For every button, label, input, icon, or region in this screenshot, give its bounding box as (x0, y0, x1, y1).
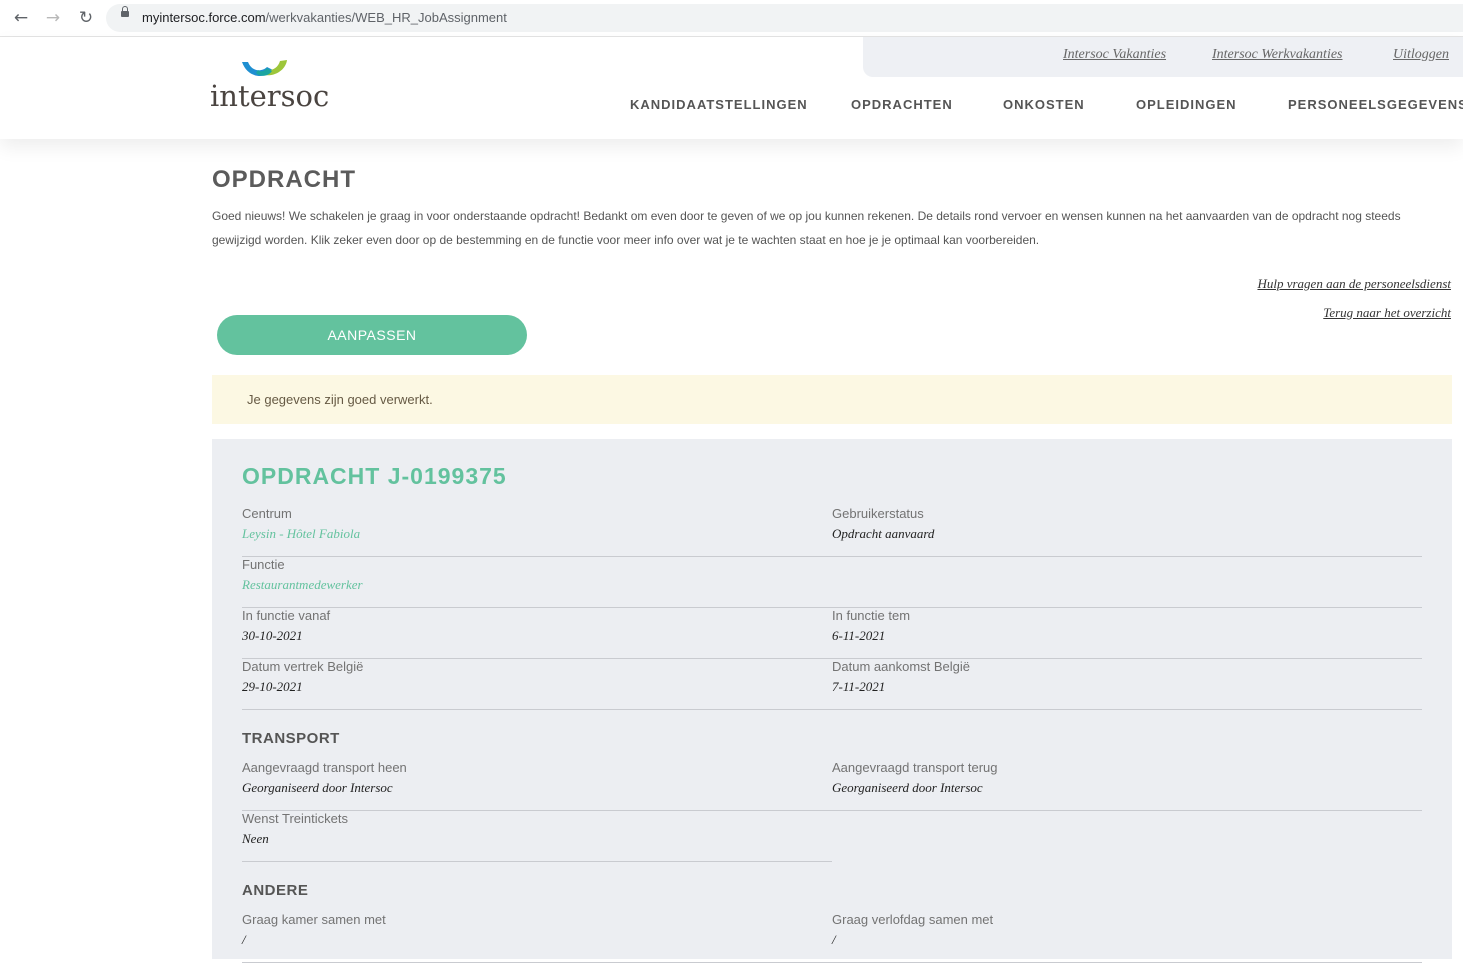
nav-personeelsgegevens[interactable]: PERSONEELSGEGEVENS (1288, 97, 1463, 112)
field-label: Wenst Treintickets (242, 811, 348, 826)
url-text[interactable]: myintersoc.force.com/werkvakanties/WEB_H… (142, 10, 507, 25)
field-value: 29-10-2021 (242, 679, 303, 694)
field-label: In functie vanaf (242, 608, 331, 623)
forward-arrow-icon[interactable]: → (42, 7, 64, 29)
field-kamer-samen-met: Graag kamer samen met / (242, 912, 832, 963)
field-label: Datum aankomst België (832, 659, 971, 674)
url-path: /werkvakanties/WEB_HR_JobAssignment (265, 10, 507, 25)
top-links-bar: Intersoc Vakanties Intersoc Werkvakantie… (863, 37, 1463, 77)
field-in-functie-tem: In functie tem 6-11-2021 (832, 608, 1422, 659)
nav-onkosten[interactable]: ONKOSTEN (1003, 97, 1085, 112)
field-datum-aankomst: Datum aankomst België 7-11-2021 (832, 659, 1422, 710)
top-link-intersoc-werkvakanties[interactable]: Intersoc Werkvakanties (1212, 47, 1343, 63)
browser-toolbar: ← → ↻ myintersoc.force.com/werkvakanties… (0, 0, 1463, 37)
field-label: Functie (242, 557, 285, 572)
site-header: Intersoc Vakanties Intersoc Werkvakantie… (0, 37, 1463, 139)
field-label: Aangevraagd transport heen (242, 760, 407, 775)
logo-mark-icon (242, 60, 287, 76)
field-label: Aangevraagd transport terug (832, 760, 998, 775)
section-title-transport: TRANSPORT (242, 730, 340, 747)
field-value: Georganiseerd door Intersoc (832, 780, 983, 795)
back-to-overview-link[interactable]: Terug naar het overzicht (1323, 305, 1451, 321)
assignment-title: OPDRACHT J-0199375 (242, 463, 507, 489)
field-label: Datum vertrek België (242, 659, 364, 674)
field-functie: Functie Restaurantmedewerker (242, 557, 1422, 608)
functie-link[interactable]: Restaurantmedewerker (242, 577, 363, 593)
url-host: myintersoc.force.com (142, 10, 266, 25)
logo-text: intersoc (210, 79, 330, 113)
section-title-andere: ANDERE (242, 882, 309, 899)
success-message: Je gegevens zijn goed verwerkt. (247, 392, 433, 407)
field-transport-heen: Aangevraagd transport heen Georganiseerd… (242, 760, 832, 811)
field-value: / (242, 932, 246, 947)
success-banner: Je gegevens zijn goed verwerkt. (212, 375, 1452, 424)
field-value: Georganiseerd door Intersoc (242, 780, 393, 795)
field-gebruikerstatus: Gebruikerstatus Opdracht aanvaard (832, 506, 1422, 557)
page-title: OPDRACHT (212, 166, 356, 193)
field-label: Gebruikerstatus (832, 506, 924, 521)
field-verlofdag-samen-met: Graag verlofdag samen met / (832, 912, 1422, 963)
nav-opleidingen[interactable]: OPLEIDINGEN (1136, 97, 1237, 112)
reload-icon[interactable]: ↻ (75, 7, 97, 29)
lock-icon[interactable] (121, 6, 129, 17)
assignment-details-card: OPDRACHT J-0199375 Centrum Leysin - Hôte… (212, 439, 1452, 963)
field-value: / (832, 932, 836, 947)
field-in-functie-vanaf: In functie vanaf 30-10-2021 (242, 608, 832, 659)
field-treintickets: Wenst Treintickets Neen (242, 811, 832, 862)
field-value: Neen (242, 831, 269, 846)
field-label: Graag verlofdag samen met (832, 912, 994, 927)
field-value: Opdracht aanvaard (832, 526, 935, 541)
nav-opdrachten[interactable]: OPDRACHTEN (851, 97, 953, 112)
intro-text: Goed nieuws! We schakelen je graag in vo… (212, 209, 1401, 247)
edit-button[interactable]: AANPASSEN (217, 315, 527, 355)
field-value: 6-11-2021 (832, 628, 886, 643)
nav-kandidaatstellingen[interactable]: KANDIDAATSTELLINGEN (630, 97, 808, 112)
centrum-link[interactable]: Leysin - Hôtel Fabiola (242, 526, 360, 542)
field-value: 30-10-2021 (242, 628, 303, 643)
help-link[interactable]: Hulp vragen aan de personeelsdienst (1257, 276, 1451, 292)
top-link-intersoc-vakanties[interactable]: Intersoc Vakanties (1063, 47, 1166, 63)
field-transport-terug: Aangevraagd transport terug Georganiseer… (832, 760, 1422, 811)
field-datum-vertrek: Datum vertrek België 29-10-2021 (242, 659, 832, 710)
back-arrow-icon[interactable]: ← (10, 7, 32, 29)
intersoc-logo[interactable]: intersoc (210, 59, 329, 119)
field-value: 7-11-2021 (832, 679, 886, 694)
top-link-uitloggen[interactable]: Uitloggen (1393, 47, 1449, 63)
field-centrum: Centrum Leysin - Hôtel Fabiola (242, 506, 832, 557)
field-label: Centrum (242, 506, 292, 521)
field-label: Graag kamer samen met (242, 912, 386, 927)
field-label: In functie tem (832, 608, 911, 623)
